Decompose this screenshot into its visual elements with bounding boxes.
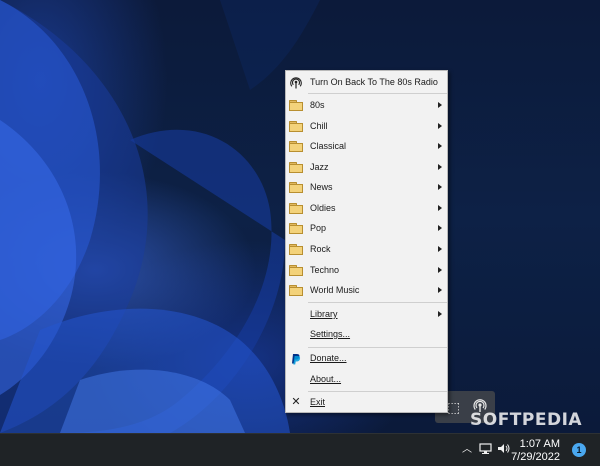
menu-item-genre-news[interactable]: News: [286, 177, 447, 197]
menu-item-label: World Music: [310, 285, 360, 295]
menu-item-label: Chill: [310, 121, 328, 131]
menu-item-genre-classical[interactable]: Classical: [286, 136, 447, 156]
submenu-arrow-icon: [438, 287, 442, 293]
menu-item-label: Oldies: [310, 203, 336, 213]
taskbar: ︿ 1:07 AM 7/29/2022 1: [0, 433, 600, 466]
tray-app-icon[interactable]: ⬚: [447, 399, 460, 415]
clock-date: 7/29/2022: [511, 451, 560, 463]
softpedia-watermark: SOFTPEDIA: [470, 410, 583, 430]
clock-time: 1:07 AM: [519, 438, 560, 450]
submenu-arrow-icon: [438, 123, 442, 129]
close-icon: ✕: [291, 396, 301, 408]
menu-item-genre-jazz[interactable]: Jazz: [286, 157, 447, 177]
volume-icon[interactable]: [497, 442, 510, 459]
menu-item-label: 80s: [310, 100, 325, 110]
menu-item-label: News: [310, 182, 333, 192]
folder-icon: [289, 265, 303, 276]
submenu-arrow-icon: [438, 184, 442, 190]
submenu-arrow-icon: [438, 143, 442, 149]
menu-item-genre-chill[interactable]: Chill: [286, 116, 447, 136]
menu-separator: [308, 93, 447, 94]
menu-item-genre-80s[interactable]: 80s: [286, 95, 447, 115]
menu-item-label: Classical: [310, 141, 347, 151]
system-clock[interactable]: 1:07 AM 7/29/2022: [511, 438, 560, 464]
folder-icon: [289, 203, 303, 214]
menu-item-label: Settings...: [310, 329, 351, 339]
menu-item-exit[interactable]: ✕ Exit: [286, 392, 447, 412]
folder-icon: [289, 223, 303, 234]
menu-item-about[interactable]: About...: [286, 369, 447, 389]
submenu-arrow-icon: [438, 102, 442, 108]
menu-item-donate[interactable]: Donate...: [286, 348, 447, 368]
folder-icon: [289, 141, 303, 152]
folder-icon: [289, 121, 303, 132]
folder-icon: [289, 285, 303, 296]
menu-item-label: Exit: [310, 397, 326, 407]
menu-item-label: Turn On Back To The 80s Radio: [310, 77, 438, 87]
menu-item-label: Library: [310, 309, 338, 319]
submenu-arrow-icon: [438, 164, 442, 170]
menu-item-label: About...: [310, 374, 342, 384]
submenu-arrow-icon: [438, 246, 442, 252]
submenu-arrow-icon: [438, 205, 442, 211]
menu-item-turn-on[interactable]: Turn On Back To The 80s Radio: [286, 72, 447, 92]
menu-item-label: Techno: [310, 265, 340, 275]
menu-item-genre-rock[interactable]: Rock: [286, 239, 447, 259]
chevron-up-icon[interactable]: ︿: [462, 442, 472, 458]
submenu-arrow-icon: [438, 225, 442, 231]
menu-item-label: Pop: [310, 223, 327, 233]
menu-item-genre-pop[interactable]: Pop: [286, 218, 447, 238]
menu-separator: [308, 302, 447, 303]
menu-item-library[interactable]: Library: [286, 304, 447, 324]
submenu-arrow-icon: [438, 267, 442, 273]
network-icon[interactable]: [479, 442, 492, 459]
context-menu: Turn On Back To The 80s Radio 80s Chill …: [285, 70, 448, 413]
menu-item-genre-oldies[interactable]: Oldies: [286, 198, 447, 218]
menu-item-label: Rock: [310, 244, 331, 254]
menu-item-label: Donate...: [310, 353, 347, 363]
folder-icon: [289, 162, 303, 173]
notification-badge[interactable]: 1: [572, 443, 586, 457]
menu-item-label: Jazz: [310, 162, 329, 172]
menu-item-genre-techno[interactable]: Techno: [286, 260, 447, 280]
radio-broadcast-icon: [290, 76, 302, 89]
submenu-arrow-icon: [438, 311, 442, 317]
menu-item-genre-world-music[interactable]: World Music: [286, 280, 447, 300]
paypal-icon: [290, 352, 302, 365]
folder-icon: [289, 182, 303, 193]
folder-icon: [289, 100, 303, 111]
menu-item-settings[interactable]: Settings...: [286, 324, 447, 344]
folder-icon: [289, 244, 303, 255]
